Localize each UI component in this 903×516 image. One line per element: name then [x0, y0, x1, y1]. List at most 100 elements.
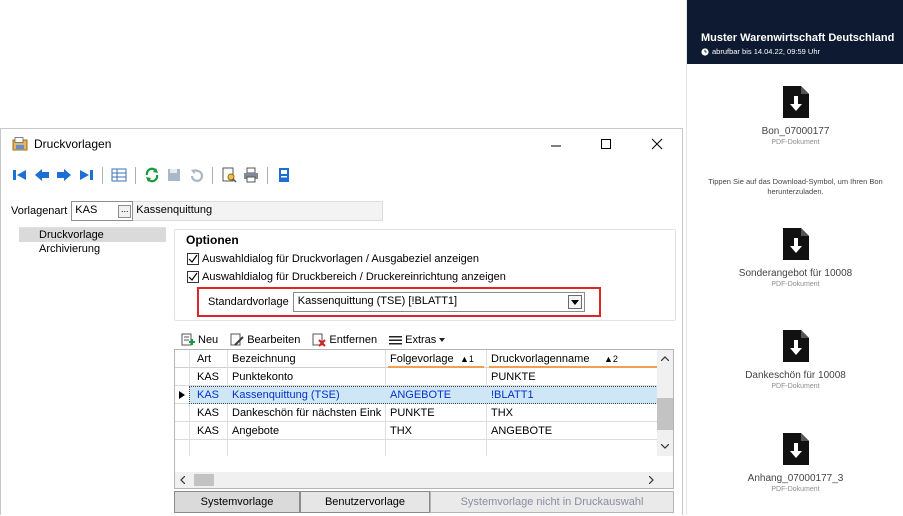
table-view-button[interactable] [110, 166, 128, 184]
column-header-druckvorlagenname[interactable]: Druckvorlagenname [487, 350, 601, 368]
options-panel: Optionen Auswahldialog für Druckvorlagen… [174, 229, 676, 321]
title-bar: Druckvorlagen [1, 129, 682, 159]
maximize-icon [601, 139, 611, 149]
first-record-icon [13, 170, 26, 180]
document-type: PDF-Dokument [771, 486, 820, 493]
table-cell: KAS [197, 371, 220, 383]
table-cell[interactable]: ANGEBOTE [386, 386, 486, 404]
toolbar-separator [267, 166, 268, 184]
document-type: PDF-Dokument [771, 383, 820, 390]
menu-icon [389, 336, 403, 345]
dropdown-button[interactable] [567, 295, 582, 309]
document-name: Bon_07000177 [761, 126, 830, 137]
table-cell: ANGEBOTE [491, 425, 553, 437]
availability-info: abrufbar bis 14.04.22, 09:59 Uhr [701, 47, 820, 56]
chevron-down-icon [570, 299, 579, 305]
print-button[interactable] [242, 166, 260, 184]
horizontal-scrollbar[interactable] [175, 472, 673, 488]
vorlagenart-code-value: KAS [75, 204, 98, 216]
remove-button[interactable]: Entfernen [312, 333, 377, 347]
edit-button-label: Bearbeiten [247, 334, 301, 346]
vorlagenart-browse-button[interactable]: ... [118, 205, 132, 218]
next-record-icon [57, 169, 71, 181]
document-type: PDF-Dokument [771, 281, 820, 288]
new-button-label: Neu [198, 334, 219, 346]
scroll-left-icon[interactable] [180, 476, 185, 484]
company-name: Muster Warenwirtschaft Deutschland [701, 32, 895, 44]
table-cell[interactable]: !BLATT1 [487, 386, 657, 404]
table-view-icon [111, 168, 127, 182]
column-header-folgevorlage[interactable]: Folgevorlage [386, 350, 456, 368]
extras-menu-button[interactable]: Extras [389, 334, 446, 346]
refresh-icon [145, 167, 159, 183]
document-item[interactable]: Dankeschön für 10008 PDF-Dokument [687, 330, 903, 390]
grid-toolbar: Neu Bearbeiten Entfernen Extras [181, 331, 446, 349]
checkmark-icon [188, 272, 198, 281]
checkbox-box[interactable] [187, 271, 199, 283]
table-cell: Dankeschön für nächsten Eink [232, 407, 382, 419]
scroll-up-icon[interactable] [661, 356, 669, 361]
new-record-icon [181, 333, 195, 346]
vorlagenart-code-field[interactable]: KAS ... [71, 201, 134, 221]
vorlagenart-row: Vorlagenart KAS ... Kassenquittung [11, 201, 384, 221]
table-cell: THX [390, 425, 412, 437]
refresh-button[interactable] [143, 166, 161, 184]
systemvorlage-excluded-button[interactable]: Systemvorlage nicht in Druckauswahl [430, 491, 674, 513]
row-pointer-icon [179, 391, 185, 399]
download-file-icon[interactable] [782, 86, 809, 118]
clock-icon [701, 47, 709, 56]
toolbar-separator [212, 166, 213, 184]
download-file-icon[interactable] [782, 228, 809, 260]
table-cell: KAS [197, 425, 220, 437]
benutzervorlage-button[interactable]: Benutzervorlage [300, 491, 430, 513]
save-icon [168, 169, 180, 181]
close-icon [651, 138, 663, 150]
document-item[interactable]: Sonderangebot für 10008 PDF-Dokument [687, 228, 903, 288]
save-button[interactable] [165, 166, 183, 184]
close-button[interactable] [637, 129, 677, 159]
next-record-button[interactable] [55, 166, 73, 184]
standardvorlage-select[interactable]: Kassenquittung (TSE) [!BLATT1] [292, 292, 585, 312]
edit-button[interactable]: Bearbeiten [230, 333, 300, 347]
document-item[interactable]: Anhang_07000177_3 PDF-Dokument [687, 433, 903, 493]
table-cell[interactable]: Kassenquittung (TSE) [228, 386, 385, 404]
mobile-header: Muster Warenwirtschaft Deutschland abruf… [687, 0, 903, 64]
download-file-icon[interactable] [782, 330, 809, 362]
template-button[interactable] [275, 166, 293, 184]
preview-button[interactable] [220, 166, 238, 184]
checkbox-box[interactable] [187, 253, 199, 265]
table-cell[interactable]: KAS [193, 386, 227, 404]
toolbar-separator [102, 166, 103, 184]
checkbox-druckvorlagen-dialog[interactable]: Auswahldialog für Druckvorlagen / Ausgab… [187, 252, 479, 266]
column-header-bezeichnung[interactable]: Bezeichnung [228, 350, 385, 368]
checkbox-label: Auswahldialog für Druckbereich / Drucker… [202, 271, 506, 283]
document-name: Sonderangebot für 10008 [738, 268, 853, 279]
scroll-down-icon[interactable] [661, 444, 669, 449]
first-record-button[interactable] [11, 166, 29, 184]
table-cell: KAS [197, 407, 220, 419]
options-heading: Optionen [186, 233, 239, 247]
new-button[interactable]: Neu [181, 333, 218, 347]
maximize-button[interactable] [586, 129, 626, 159]
document-name: Anhang_07000177_3 [747, 473, 844, 484]
vertical-scroll-thumb[interactable] [657, 398, 673, 430]
vertical-scrollbar[interactable] [657, 350, 673, 456]
download-hint: Tippen Sie auf das Download-Symbol, um I… [708, 177, 883, 196]
table-cell: Punktekonto [232, 371, 294, 383]
availability-text: abrufbar bis 14.04.22, 09:59 Uhr [712, 47, 820, 56]
caret-down-icon [439, 338, 446, 342]
nav-item-druckvorlage[interactable]: Druckvorlage [19, 228, 166, 242]
checkbox-druckbereich-dialog[interactable]: Auswahldialog für Druckbereich / Drucker… [187, 270, 506, 284]
druckvorlagen-window: Druckvorlagen Vorlagenart KAS ... Kassen… [0, 128, 683, 515]
download-file-icon[interactable] [782, 433, 809, 465]
scroll-right-icon[interactable] [649, 476, 654, 484]
nav-item-archivierung[interactable]: Archivierung [19, 242, 166, 256]
document-item[interactable]: Bon_07000177 PDF-Dokument [687, 86, 903, 146]
minimize-button[interactable] [536, 129, 576, 159]
undo-button[interactable] [187, 166, 205, 184]
previous-record-button[interactable] [33, 166, 51, 184]
last-record-button[interactable] [77, 166, 95, 184]
horizontal-scroll-thumb[interactable] [194, 474, 214, 486]
column-header-art[interactable]: Art [193, 350, 227, 368]
systemvorlage-button[interactable]: Systemvorlage [174, 491, 300, 513]
